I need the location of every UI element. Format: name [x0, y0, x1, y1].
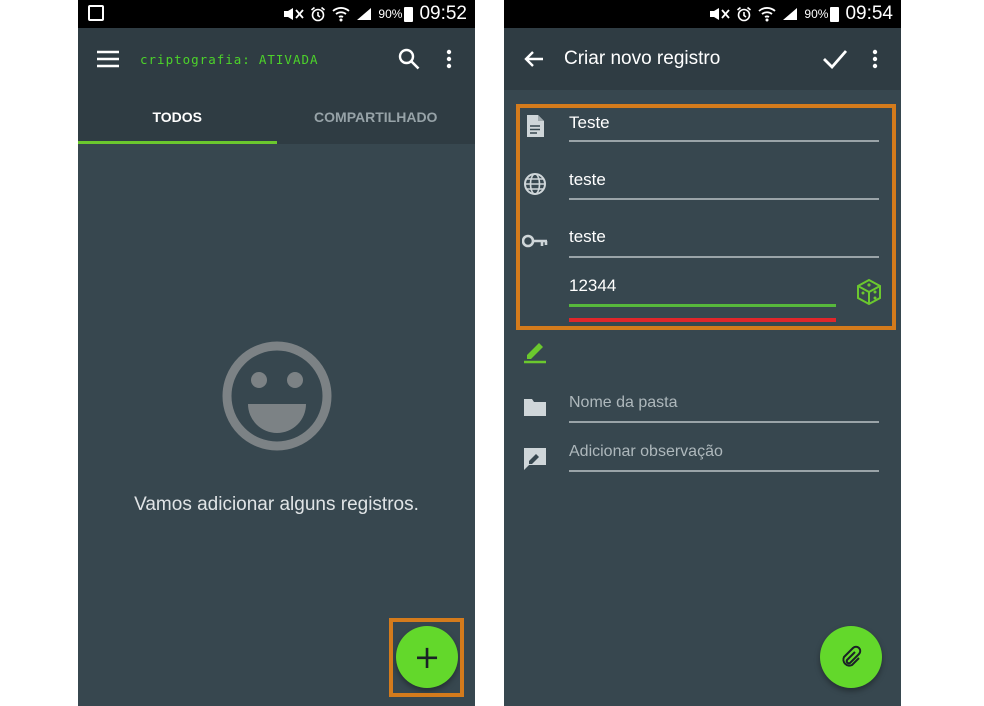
tab-compartilhado[interactable]: COMPARTILHADO	[277, 90, 476, 144]
status-bar: 90% 09:52	[78, 0, 475, 28]
mute-icon	[710, 8, 731, 20]
search-icon	[398, 48, 420, 70]
app-bar: criptografia: ATIVADA	[78, 28, 475, 90]
search-button[interactable]	[389, 39, 429, 79]
pencil-icon[interactable]	[522, 338, 548, 364]
encryption-state: ATIVADA	[258, 51, 319, 67]
battery-percentage: 90%	[378, 7, 403, 21]
mute-icon	[284, 8, 305, 20]
wifi-icon	[758, 7, 777, 22]
status-bar: 90% 09:54	[504, 0, 901, 28]
tab-bar: TODOS COMPARTILHADO	[78, 90, 475, 144]
tab-todos[interactable]: TODOS	[78, 90, 277, 144]
alarm-icon	[311, 6, 326, 22]
note-underline	[569, 470, 879, 472]
more-vert-icon	[446, 49, 452, 69]
attach-button[interactable]	[820, 626, 882, 688]
folder-icon	[522, 394, 548, 420]
page-title: Criar novo registro	[564, 48, 721, 69]
screenshot-notification-icon	[88, 5, 104, 21]
clock: 09:52	[419, 3, 467, 24]
more-vert-icon	[872, 49, 878, 69]
new-record-screen: 90% 09:54 Criar novo registro Teste test…	[504, 0, 901, 706]
clock: 09:54	[845, 3, 893, 24]
app-bar: Criar novo registro	[504, 28, 901, 90]
note-field[interactable]: Adicionar observação	[569, 443, 723, 461]
empty-state-message: Vamos adicionar alguns registros.	[134, 494, 419, 515]
save-button[interactable]	[815, 39, 855, 79]
signal-icon	[783, 8, 798, 20]
highlight-box	[389, 618, 464, 697]
alarm-icon	[737, 6, 752, 22]
records-list-screen: 90% 09:52 criptografia: ATIVADA TODOS COM…	[78, 0, 475, 706]
encryption-label: criptografia:	[140, 51, 251, 67]
battery-icon	[830, 6, 840, 22]
highlight-box	[516, 104, 896, 330]
note-icon	[522, 446, 548, 472]
overflow-menu-button[interactable]	[429, 39, 469, 79]
signal-icon	[357, 8, 372, 20]
folder-name-field[interactable]: Nome da pasta	[569, 394, 678, 412]
arrow-back-icon	[524, 51, 543, 67]
menu-button[interactable]	[88, 39, 128, 79]
smiley-icon	[222, 341, 332, 451]
hamburger-icon	[97, 50, 119, 68]
battery-percentage: 90%	[804, 7, 829, 21]
wifi-icon	[332, 7, 351, 22]
encryption-status: criptografia: ATIVADA	[140, 52, 319, 67]
overflow-menu-button[interactable]	[855, 39, 895, 79]
paperclip-icon	[842, 645, 862, 667]
folder-underline	[569, 421, 879, 423]
check-icon	[823, 50, 848, 69]
back-button[interactable]	[514, 39, 554, 79]
battery-icon	[404, 6, 414, 22]
